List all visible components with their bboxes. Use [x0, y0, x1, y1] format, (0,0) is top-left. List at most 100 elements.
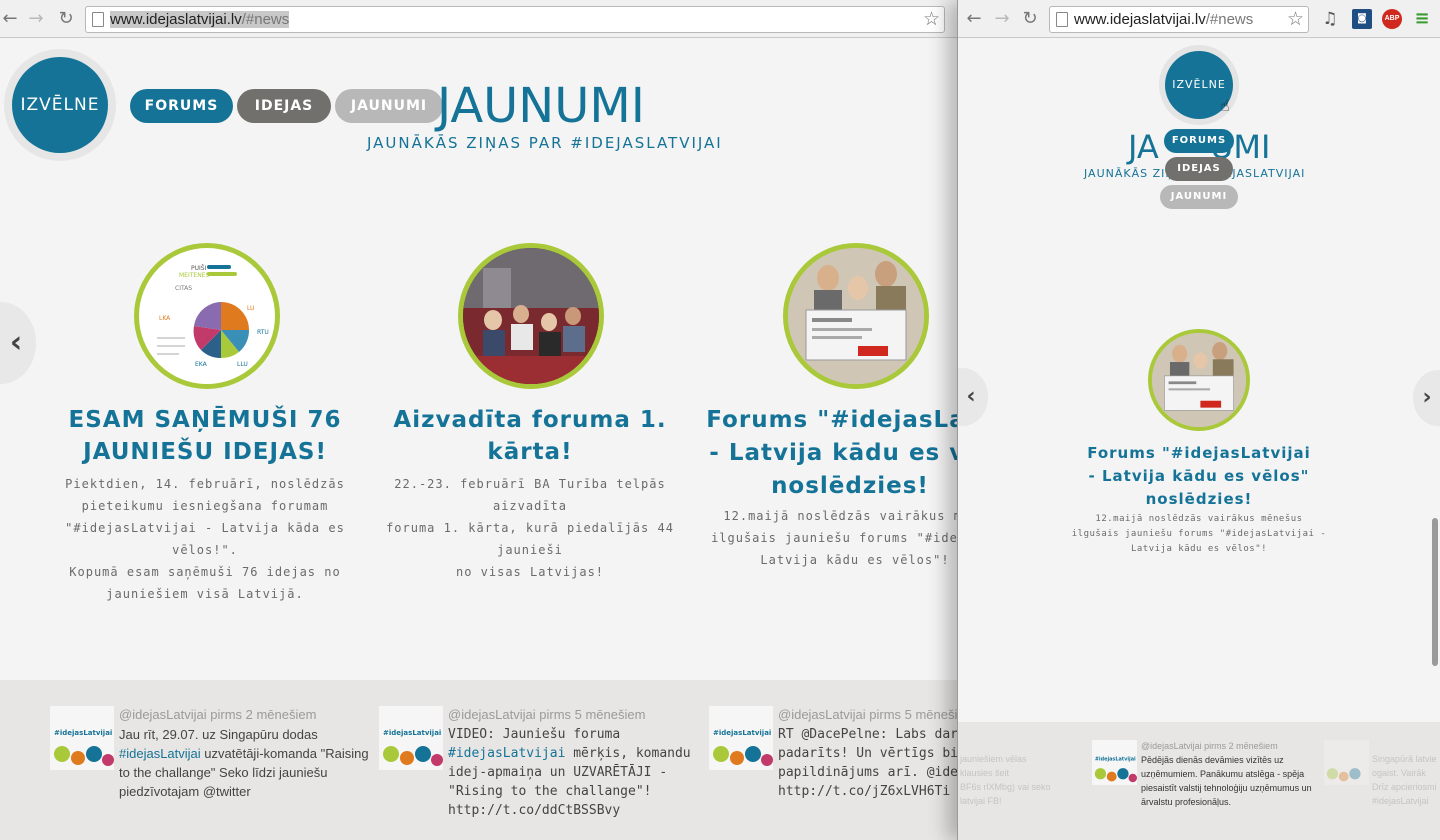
chart-label-citas: CITAS	[175, 285, 192, 292]
url-text[interactable]: www.idejaslatvijai.lv/#news	[110, 11, 290, 28]
thumb-hashtag: #idejasLatvijai	[383, 729, 441, 737]
chevron-left-icon[interactable]: ‹	[0, 302, 36, 384]
extension-icon[interactable]: ◙	[1352, 9, 1372, 29]
tweet-faded-right[interactable]: Singapūrā latvie ogaist. Vairāk Drīz apc…	[1372, 752, 1440, 808]
browser-toolbar: ← → ↻ www.idejaslatvijai.lv/#news ☆	[0, 0, 960, 38]
address-bar[interactable]: www.idejaslatvijai.lv/#news ☆	[1049, 6, 1309, 33]
reload-icon[interactable]: ↻	[56, 9, 76, 29]
chevron-left-icon[interactable]: ‹	[958, 368, 988, 426]
tweet-thumbnail[interactable]: #idejasLatvijai	[1092, 740, 1137, 785]
tweet-line: Drīz apcieriosmi	[1372, 782, 1437, 792]
hand-cursor-icon: ☝	[1220, 96, 1230, 115]
tweet-meta[interactable]: @idejasLatvijai pirms 2 mēnešiem	[1141, 741, 1278, 751]
news-image-infographic[interactable]: PUIŠI MEITENES CITAS LU RTU LKA EKA LLU	[134, 243, 280, 389]
tweet-thumbnail-faded[interactable]	[1324, 740, 1369, 785]
tweet-item-2[interactable]: #idejasLatvijai @idejasLatvijai pirms 5 …	[379, 706, 699, 826]
news-title-line2[interactable]: - Latvija kādu es vēlos"	[1078, 465, 1320, 488]
page-subtitle: JAUNĀKĀS ZIŅAS PAR #IDEJASLATVIJAI	[367, 134, 723, 152]
chart-label-lka: LKA	[159, 315, 171, 322]
tweet-line: Pēdējās dienās devāmies vizītēs uz	[1141, 755, 1284, 765]
news-title-1[interactable]: ESAM SAŅĒMUŠI 76 JAUNIEŠU IDEJAS!	[60, 404, 350, 468]
tweet-text: Jau rīt, 29.07. uz Singapūru dodas #idej…	[119, 725, 379, 801]
nav-jaunumi[interactable]: JAUNUMI	[335, 89, 443, 123]
news-title-3-line1[interactable]: Forums "#idejasLatv	[705, 404, 960, 437]
tweet-line: piedzīvotajam @twitter	[119, 784, 251, 799]
tweet-text: VIDEO: Jauniešu foruma #idejasLatvijai m…	[448, 725, 708, 820]
menu-button[interactable]: IZVĒLNE	[12, 57, 108, 153]
news-title-1-line2[interactable]: JAUNIEŠU IDEJAS!	[60, 436, 350, 468]
tweet-thumbnail[interactable]: #idejasLatvijai	[50, 706, 114, 770]
tweet-link[interactable]: http://t.co/ddCtBSSBvy	[448, 801, 708, 820]
thumb-hashtag: #idejasLatvijai	[1095, 756, 1136, 762]
news-title-3-line3[interactable]: noslēdzies!	[705, 470, 960, 503]
chevron-right-icon[interactable]: ›	[1413, 370, 1440, 426]
tweet-line: jauniešiem vēlas	[960, 754, 1027, 764]
tweet-thumbnail[interactable]: #idejasLatvijai	[709, 706, 773, 770]
reload-icon[interactable]: ↻	[1020, 9, 1040, 29]
news-desc-1-line: pieteikumu iesniegšana forumam	[81, 499, 329, 513]
tweet-meta[interactable]: @idejasLatvijai pirms 5 mēnešiem	[448, 707, 645, 722]
hashtag-link[interactable]: #idejasLatvijai	[119, 746, 201, 761]
news-title-3[interactable]: Forums "#idejasLatv - Latvija kādu es vē…	[705, 404, 960, 503]
forward-arrow-icon[interactable]: →	[26, 9, 46, 29]
chart-label-llu: LLU	[237, 361, 248, 368]
nav-forums[interactable]: FORUMS	[130, 89, 233, 123]
nav-idejas[interactable]: IDEJAS	[1165, 157, 1233, 181]
address-bar[interactable]: www.idejaslatvijai.lv/#news ☆	[85, 6, 945, 33]
news-title-line3[interactable]: noslēdzies!	[1078, 488, 1320, 511]
adblock-icon[interactable]: ABP	[1382, 9, 1402, 29]
chart-label-rtu: RTU	[257, 329, 269, 336]
tweet-meta[interactable]: @idejasLatvijai pirms 2 mēnešiem	[119, 707, 316, 722]
tweet-line: RT @DacePelne: Labs dar	[778, 727, 959, 742]
nav-idejas[interactable]: IDEJAS	[237, 89, 331, 123]
star-icon[interactable]: ☆	[923, 8, 940, 30]
tweet-link[interactable]: http://t.co/jZ6xLVH6Ti	[778, 782, 960, 801]
infographic-pie-image: PUIŠI MEITENES CITAS LU RTU LKA EKA LLU	[157, 265, 269, 368]
music-note-icon[interactable]: ♫	[1320, 9, 1340, 29]
news-title-2-line2[interactable]: kārta!	[385, 436, 675, 468]
tweet-line: VIDEO: Jauniešu foruma	[448, 727, 621, 742]
nav-jaunumi[interactable]: JAUNUMI	[1160, 185, 1238, 209]
tweet-item-1[interactable]: #idejasLatvijai @idejasLatvijai pirms 2 …	[50, 706, 370, 826]
tweet-line: uzņēmumiem. Panākumu atslēga - spēja	[1141, 769, 1305, 779]
tweet-item-3[interactable]: #idejasLatvijai @idejasLatvijai pirms 5 …	[709, 706, 960, 826]
news-title-3-line2[interactable]: - Latvija kādu es vēl	[705, 437, 960, 470]
tweet-faded-left[interactable]: jauniešiem vēlas klausies šeit BF6s rlXM…	[960, 752, 1080, 808]
idejas-logo-image: #idejasLatvijai	[379, 706, 443, 770]
news-title-1-line1[interactable]: ESAM SAŅĒMUŠI 76	[60, 404, 350, 436]
news-title-2[interactable]: Aizvadīta foruma 1. kārta!	[385, 404, 675, 468]
news-image-winners[interactable]	[783, 243, 929, 389]
hamburger-menu-icon[interactable]: ≡	[1412, 9, 1432, 29]
star-icon[interactable]: ☆	[1287, 8, 1304, 30]
page-icon	[1056, 12, 1068, 27]
news-desc-2-line: foruma 1. kārta, kurā piedalījās 44 jaun…	[386, 521, 674, 557]
tweet-meta[interactable]: @idejasLatvijai pirms 5 mēnešiem	[778, 707, 960, 722]
url-text[interactable]: www.idejaslatvijai.lv/#news	[1074, 11, 1253, 28]
news-title-2-line1[interactable]: Aizvadīta foruma 1.	[385, 404, 675, 436]
tweet-line: Jau rīt, 29.07. uz Singapūru dodas	[119, 727, 318, 742]
news-desc: 12.maijā noslēdzās vairākus mēnešus ilgu…	[1068, 512, 1330, 557]
tweet-line: "Rising to the challange"!	[448, 784, 652, 799]
news-desc-3-line: Latvija kādu es vēlos"!	[760, 553, 950, 567]
tweet-item[interactable]: #idejasLatvijai @idejasLatvijai pirms 2 …	[1092, 740, 1322, 820]
news-title[interactable]: Forums "#idejasLatvijai - Latvija kādu e…	[1078, 442, 1320, 511]
news-desc-2-line: no visas Latvijas!	[455, 565, 605, 579]
news-image-audience[interactable]	[458, 243, 604, 389]
forward-arrow-icon[interactable]: →	[992, 9, 1012, 29]
tweet-line: papildinājums arī. @ideja	[778, 765, 960, 780]
tweet-line: latvijai FB!	[960, 796, 1002, 806]
hashtag-link[interactable]: #idejasLatvijai	[448, 746, 565, 761]
news-title-line1[interactable]: Forums "#idejasLatvijai	[1078, 442, 1320, 465]
nav-forums[interactable]: FORUMS	[1164, 129, 1234, 153]
browser-toolbar: ← → ↻ www.idejaslatvijai.lv/#news ☆ ♫ ◙ …	[958, 0, 1440, 38]
idejas-logo-image: #idejasLatvijai	[50, 706, 114, 770]
back-arrow-icon[interactable]: ←	[0, 9, 20, 29]
tweet-line: BF6s rlXMbg) vai seko	[960, 782, 1051, 792]
tweet-thumbnail[interactable]: #idejasLatvijai	[379, 706, 443, 770]
news-image-winners[interactable]	[1148, 329, 1250, 431]
thumb-hashtag: #idejasLatvijai	[54, 729, 112, 737]
tweet-line: to the challange" Seko līdzi jauniešu	[119, 765, 328, 780]
news-desc-1-line: Kopumā esam saņēmuši 76 idejas no	[69, 565, 341, 579]
back-arrow-icon[interactable]: ←	[964, 9, 984, 29]
scrollbar-thumb[interactable]	[1432, 518, 1438, 666]
